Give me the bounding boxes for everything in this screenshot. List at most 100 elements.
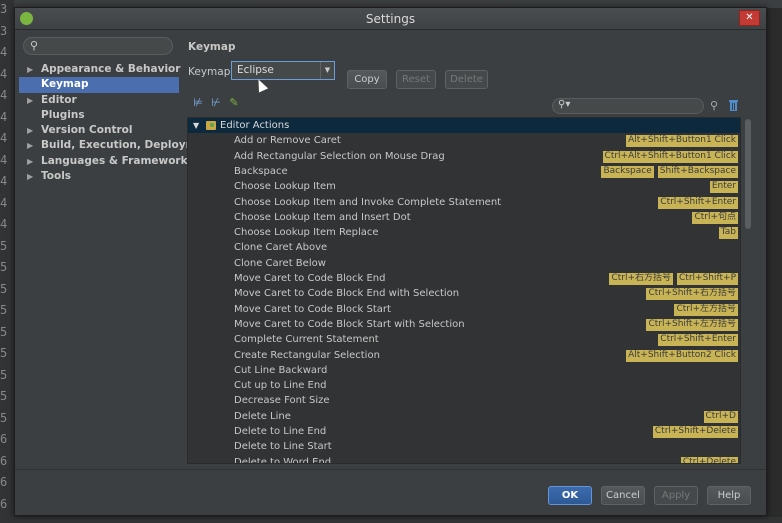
keymap-select-value: Eclipse — [237, 64, 274, 76]
editor-gutter: 3 3 4 4 4 4 4 4 4 4 4 5 5 5 5 5 5 5 5 5 6 6 6 6 — [0, 0, 14, 523]
shortcut-list: Tab — [718, 227, 738, 240]
sidebar-item-editor[interactable]: ▶ Editor — [19, 93, 179, 108]
shortcut-list: Ctrl+Shift+左方括号 — [646, 318, 738, 331]
line-number: 4 — [0, 152, 8, 167]
list-item[interactable]: Backspace Backspace Shift+Backspace — [188, 164, 740, 179]
line-number: 3 — [0, 2, 8, 16]
sidebar-item-label: Keymap — [41, 78, 89, 91]
shortcut-badge: Alt+Shift+Button2 Click — [626, 349, 738, 362]
group-editor-actions[interactable]: ▼ Editor Actions — [188, 118, 740, 133]
list-item[interactable]: Add Rectangular Selection on Mouse Drag C… — [188, 149, 740, 164]
shortcut-badge: Ctrl+句点 — [692, 211, 738, 224]
reset-button[interactable]: Reset — [396, 70, 436, 89]
action-name: Delete to Line Start — [234, 441, 332, 453]
list-item[interactable]: Clone Caret Below — [188, 256, 740, 271]
close-button[interactable]: ✕ — [739, 10, 760, 26]
list-item[interactable]: Cut up to Line End — [188, 378, 740, 393]
shortcut-list: Backspace Shift+Backspace — [601, 165, 738, 178]
list-item[interactable]: Delete Line Ctrl+D — [188, 409, 740, 424]
action-name: Clone Caret Above — [234, 242, 328, 254]
action-name: Add Rectangular Selection on Mouse Drag — [234, 150, 445, 162]
scrollbar[interactable] — [744, 118, 752, 463]
chevron-right-icon[interactable]: ▶ — [27, 154, 33, 169]
settings-search-input[interactable]: ⚲ — [23, 37, 173, 55]
sidebar-item-version-control[interactable]: ▶ Version Control — [19, 123, 179, 138]
shortcut-badge: Ctrl+Delete — [680, 456, 738, 463]
sidebar-item-label: Languages & Frameworks — [41, 154, 194, 167]
line-number: 5 — [0, 303, 8, 317]
chevron-right-icon[interactable]: ▶ — [27, 123, 33, 138]
settings-tree: ▶ Appearance & Behavior Keymap ▶ Editor Plugi… — [19, 62, 216, 184]
list-item[interactable]: Move Caret to Code Block End Ctrl+右方括号 Ctr… — [188, 271, 740, 286]
list-item[interactable]: Add or Remove Caret Alt+Shift+Button1 Cli… — [188, 133, 740, 148]
shortcut-badge: Ctrl+Shift+左方括号 — [646, 318, 738, 331]
keymap-filter-input[interactable]: ⚲▾ — [552, 98, 704, 114]
list-item[interactable]: Move Caret to Code Block Start with Sele… — [188, 317, 740, 332]
sidebar-item-appearance-behavior[interactable]: ▶ Appearance & Behavior — [19, 62, 181, 77]
list-item[interactable]: Delete to Line End Ctrl+Shift+Delete — [188, 424, 740, 439]
chevron-right-icon[interactable]: ▶ — [27, 93, 33, 108]
collapse-all-icon[interactable]: ⊬ — [210, 97, 222, 109]
shortcut-badge: Ctrl+左方括号 — [674, 303, 738, 316]
action-name: Clone Caret Below — [234, 257, 326, 269]
chevron-right-icon[interactable]: ▶ — [27, 138, 33, 153]
sidebar-item-languages-frameworks[interactable]: ▶ Languages & Frameworks — [19, 154, 194, 169]
find-shortcut-icon[interactable]: ⚲ — [710, 99, 718, 112]
copy-button[interactable]: Copy — [347, 70, 387, 89]
keymap-select[interactable]: Eclipse ▼ — [231, 61, 335, 80]
shortcut-badge: Enter — [709, 181, 738, 194]
shortcut-list: Ctrl+句点 — [692, 211, 738, 224]
ok-button[interactable]: OK — [548, 486, 592, 505]
sidebar-item-keymap[interactable]: Keymap — [19, 77, 179, 93]
expand-all-icon[interactable]: ⊭ — [192, 97, 204, 109]
dialog-title: Settings — [365, 12, 416, 26]
chevron-right-icon[interactable]: ▶ — [27, 169, 33, 184]
chevron-down-icon: ▼ — [320, 62, 334, 79]
list-item[interactable]: Choose Lookup Item Enter — [188, 179, 740, 194]
keymap-actions-tree: ▼ Editor Actions Add or Remove Caret Alt+… — [187, 117, 741, 464]
action-name: Delete to Line End — [234, 426, 327, 437]
folder-icon — [206, 121, 216, 130]
list-item[interactable]: Delete to Word End Ctrl+Delete — [188, 455, 740, 463]
settings-dialog: Settings ✕ ⚲ ▶ Appearance & Behavior Keyma… — [14, 7, 767, 516]
line-number: 5 — [0, 389, 8, 403]
action-name: Choose Lookup Item and Invoke Complete S… — [234, 196, 502, 208]
sidebar-item-label: Appearance & Behavior — [41, 63, 181, 75]
line-number: 5 — [0, 281, 8, 296]
shortcut-list: Ctrl+Shift+Delete — [652, 426, 738, 438]
chevron-down-icon[interactable]: ▼ — [193, 118, 199, 133]
scrollbar-thumb[interactable] — [745, 119, 751, 229]
sidebar-item-tools[interactable]: ▶ Tools — [19, 169, 179, 184]
line-number: 6 — [0, 453, 8, 468]
action-name: Cut Line Backward — [234, 364, 328, 376]
list-item[interactable]: Cut Line Backward — [188, 363, 740, 378]
list-item[interactable]: Choose Lookup Item and Insert Dot Ctrl+句点 — [188, 210, 740, 225]
shortcut-badge: Backspace — [601, 165, 654, 178]
shortcut-badge: Ctrl+Shift+Enter — [658, 196, 738, 209]
chevron-right-icon[interactable]: ▶ — [27, 62, 33, 77]
action-name: Choose Lookup Item — [234, 181, 336, 193]
list-item[interactable]: Choose Lookup Item Replace Tab — [188, 225, 740, 240]
apply-button[interactable]: Apply — [654, 486, 698, 505]
help-button[interactable]: Help — [707, 486, 751, 505]
shortcut-list: Ctrl+Alt+Shift+Button1 Click — [602, 150, 738, 163]
list-item[interactable]: Delete to Line Start — [188, 439, 740, 454]
edit-pencil-icon[interactable]: ✎ — [228, 97, 240, 109]
delete-button[interactable]: Delete — [445, 70, 488, 89]
sidebar-item-plugins[interactable]: Plugins — [19, 108, 179, 123]
shortcut-badge: Ctrl+Alt+Shift+Button1 Click — [602, 150, 738, 163]
list-item[interactable]: Clone Caret Above — [188, 240, 740, 255]
list-item[interactable]: Create Rectangular Selection Alt+Shift+Bu… — [188, 348, 740, 363]
action-name: Move Caret to Code Block Start — [234, 303, 391, 315]
line-number: 4 — [0, 45, 8, 59]
action-name: Cut up to Line End — [234, 380, 327, 392]
line-number: 4 — [0, 66, 8, 81]
sidebar-item-build-execution-deployment[interactable]: ▶ Build, Execution, Deployment — [19, 138, 216, 153]
trash-icon[interactable] — [728, 99, 739, 111]
list-item[interactable]: Complete Current Statement Ctrl+Shift+Ent… — [188, 332, 740, 347]
list-item[interactable]: Move Caret to Code Block Start Ctrl+左方括号 — [188, 302, 740, 317]
cancel-button[interactable]: Cancel — [601, 486, 645, 505]
list-item[interactable]: Choose Lookup Item and Invoke Complete S… — [188, 195, 740, 210]
list-item[interactable]: Decrease Font Size — [188, 393, 740, 408]
list-item[interactable]: Move Caret to Code Block End with Select… — [188, 286, 740, 301]
